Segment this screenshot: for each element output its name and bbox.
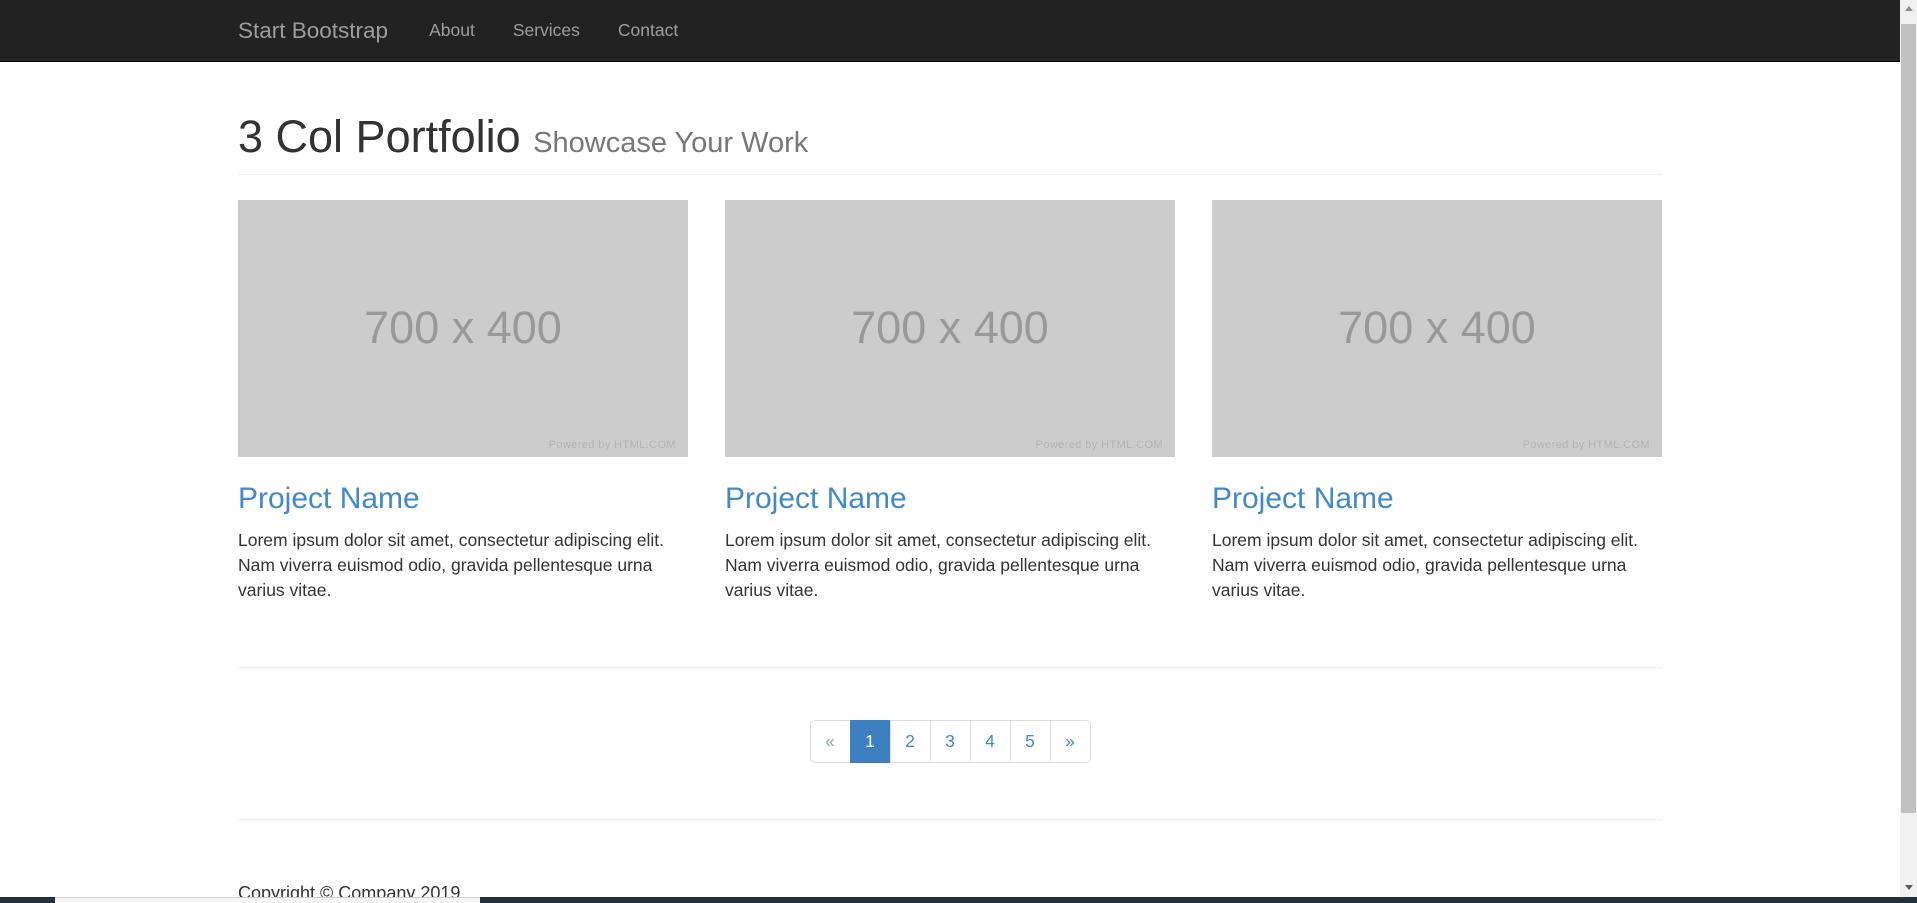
page-title-text: 3 Col Portfolio xyxy=(238,111,521,162)
project-title-link[interactable]: Project Name xyxy=(1212,482,1662,516)
nav-item-services: Services xyxy=(494,0,599,61)
placeholder-dimensions-label: 700 x 400 xyxy=(1338,302,1536,354)
page-title: 3 Col Portfolio Showcase Your Work xyxy=(238,112,1662,162)
pagination-page-1[interactable]: 1 xyxy=(850,720,891,763)
description-line: Nam viverra euismod odio, gravida pellen… xyxy=(725,553,1175,578)
project-description: Lorem ipsum dolor sit amet, consectetur … xyxy=(238,528,688,603)
pagination-next[interactable]: » xyxy=(1050,720,1091,763)
description-line: Nam viverra euismod odio, gravida pellen… xyxy=(238,553,688,578)
placeholder-dimensions-label: 700 x 400 xyxy=(364,302,562,354)
pagination-page-2[interactable]: 2 xyxy=(890,720,931,763)
divider-above-pagination xyxy=(238,667,1662,668)
description-line: Nam viverra euismod odio, gravida pellen… xyxy=(1212,553,1662,578)
horizontal-scrollbar-thumb[interactable] xyxy=(480,897,1917,903)
vertical-scrollbar[interactable] xyxy=(1900,0,1917,903)
nav-link-about[interactable]: About xyxy=(410,0,494,61)
description-line: varius vitae. xyxy=(1212,578,1662,603)
navbar: Start Bootstrap About Services Contact xyxy=(0,0,1900,62)
watermark-label: Powered by HTML.COM xyxy=(1036,439,1163,451)
navbar-brand[interactable]: Start Bootstrap xyxy=(238,18,388,44)
nav-item-contact: Contact xyxy=(599,0,697,61)
placeholder-dimensions-label: 700 x 400 xyxy=(851,302,1049,354)
page-header: 3 Col Portfolio Showcase Your Work xyxy=(238,112,1662,175)
pagination-wrapper: « 1 2 3 4 5 » xyxy=(238,720,1662,763)
watermark-label: Powered by HTML.COM xyxy=(549,439,676,451)
project-title-link[interactable]: Project Name xyxy=(238,482,688,516)
portfolio-card-1: 700 x 400 Powered by HTML.COM Project Na… xyxy=(238,200,688,603)
scroll-down-icon xyxy=(1905,885,1913,890)
vertical-scrollbar-thumb[interactable] xyxy=(1901,24,1916,813)
scroll-up-icon xyxy=(1905,6,1913,11)
watermark-label: Powered by HTML.COM xyxy=(1523,439,1650,451)
pagination-page-5[interactable]: 5 xyxy=(1010,720,1051,763)
nav-item-about: About xyxy=(410,0,494,61)
navbar-container: Start Bootstrap About Services Contact xyxy=(219,0,1681,61)
pagination-prev[interactable]: « xyxy=(810,720,851,763)
horizontal-scrollbar[interactable] xyxy=(0,897,1917,903)
nav-link-services[interactable]: Services xyxy=(494,0,599,61)
project-description: Lorem ipsum dolor sit amet, consectetur … xyxy=(1212,528,1662,603)
page-subtitle: Showcase Your Work xyxy=(533,127,808,159)
project-title-link[interactable]: Project Name xyxy=(725,482,1175,516)
horizontal-scrollbar-left-segment[interactable] xyxy=(0,897,55,903)
pagination-page-3[interactable]: 3 xyxy=(930,720,971,763)
pagination-page-4[interactable]: 4 xyxy=(970,720,1011,763)
description-line: varius vitae. xyxy=(725,578,1175,603)
scroll-down-button[interactable] xyxy=(1900,879,1917,896)
portfolio-card-3: 700 x 400 Powered by HTML.COM Project Na… xyxy=(1212,200,1662,603)
description-line: varius vitae. xyxy=(238,578,688,603)
project-image-placeholder[interactable]: 700 x 400 Powered by HTML.COM xyxy=(1212,200,1662,457)
browser-viewport: Start Bootstrap About Services Contact 3… xyxy=(0,0,1900,903)
divider-above-footer xyxy=(238,819,1662,820)
pagination: « 1 2 3 4 5 » xyxy=(810,720,1091,763)
navbar-links: About Services Contact xyxy=(410,0,697,61)
portfolio-card-2: 700 x 400 Powered by HTML.COM Project Na… xyxy=(725,200,1175,603)
project-description: Lorem ipsum dolor sit amet, consectetur … xyxy=(725,528,1175,603)
project-image-placeholder[interactable]: 700 x 400 Powered by HTML.COM xyxy=(238,200,688,457)
nav-link-contact[interactable]: Contact xyxy=(599,0,697,61)
main-container: 3 Col Portfolio Showcase Your Work 700 x… xyxy=(219,112,1681,903)
scroll-up-button[interactable] xyxy=(1900,0,1917,17)
description-line: Lorem ipsum dolor sit amet, consectetur … xyxy=(238,528,688,553)
portfolio-row: 700 x 400 Powered by HTML.COM Project Na… xyxy=(238,200,1662,603)
description-line: Lorem ipsum dolor sit amet, consectetur … xyxy=(725,528,1175,553)
description-line: Lorem ipsum dolor sit amet, consectetur … xyxy=(1212,528,1662,553)
project-image-placeholder[interactable]: 700 x 400 Powered by HTML.COM xyxy=(725,200,1175,457)
